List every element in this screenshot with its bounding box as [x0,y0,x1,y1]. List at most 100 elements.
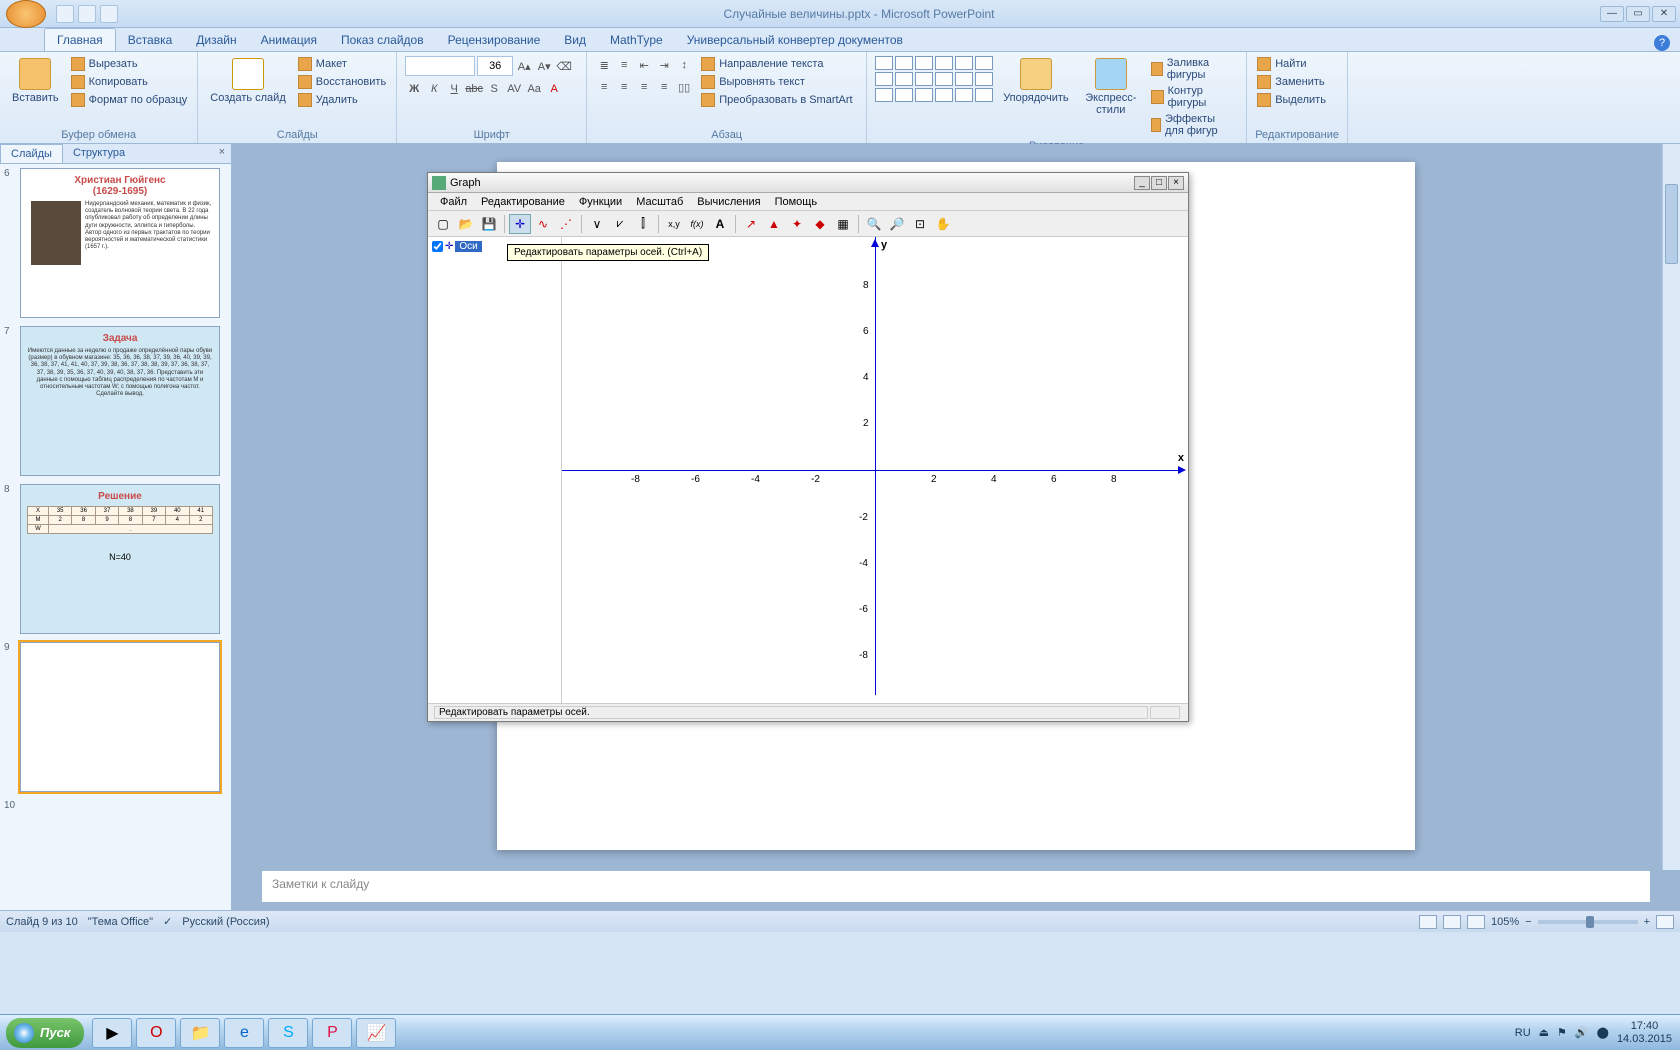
zoom-in-icon[interactable]: 🔍 [863,214,885,234]
shape-icon[interactable] [975,72,993,86]
shape-outline-button[interactable]: Контур фигуры [1149,84,1238,110]
notes-pane[interactable]: Заметки к слайду [262,870,1650,902]
office-button[interactable] [6,0,46,28]
xy-icon[interactable]: x,y [663,214,685,234]
font-size-select[interactable] [477,56,513,76]
shape-icon[interactable] [895,56,913,70]
task-media-icon[interactable]: ▶ [92,1018,132,1048]
align-text-button[interactable]: Выровнять текст [699,74,854,90]
graph-close-button[interactable]: × [1168,176,1184,190]
panel-close-icon[interactable]: × [213,144,231,163]
tab-design[interactable]: Дизайн [184,29,248,51]
slide-thumb-9[interactable] [20,642,220,792]
derivative-icon[interactable]: ⫿ [632,214,654,234]
select-button[interactable]: Выделить [1255,92,1339,108]
maximize-button[interactable]: ▭ [1626,6,1650,22]
slide-thumb-6[interactable]: Христиан Гюйгенс (1629-1695) Нидерландск… [20,168,220,318]
add-point-icon[interactable]: ⋰ [555,214,577,234]
add-function-icon[interactable]: ∿ [532,214,554,234]
shade-icon[interactable]: ⩗ [609,214,631,234]
font-family-select[interactable] [405,56,475,76]
shape-icon[interactable] [875,88,893,102]
format-painter-button[interactable]: Формат по образцу [69,92,190,108]
shrink-font-icon[interactable]: A▾ [535,57,553,75]
zoom-value[interactable]: 105% [1491,916,1519,928]
shape-icon[interactable] [955,88,973,102]
quick-styles-button[interactable]: Экспресс-стили [1079,56,1143,118]
axes-button[interactable]: ✛ [509,214,531,234]
shape-icon[interactable] [935,88,953,102]
zoom-in-button[interactable]: + [1644,916,1650,928]
layout-button[interactable]: Макет [296,56,388,72]
graph-maximize-button[interactable]: □ [1151,176,1167,190]
smartart-button[interactable]: Преобразовать в SmartArt [699,92,854,108]
clear-format-icon[interactable]: ⌫ [555,57,573,75]
shadow-button[interactable]: S [485,80,503,98]
tray-volume-icon[interactable]: 🔊 [1575,1026,1589,1039]
shape-icon[interactable] [935,56,953,70]
panel-tab-slides[interactable]: Слайды [0,144,63,163]
normal-view-icon[interactable] [1419,915,1437,929]
tab-insert[interactable]: Вставка [116,29,185,51]
menu-functions[interactable]: Функции [573,195,628,208]
shape-icon[interactable] [955,56,973,70]
relation-icon[interactable]: ◆ [809,214,831,234]
save-icon[interactable] [56,5,74,23]
task-powerpoint-icon[interactable]: P [312,1018,352,1048]
menu-edit[interactable]: Редактирование [475,195,571,208]
tree-checkbox[interactable] [432,241,443,252]
close-button[interactable]: ✕ [1652,6,1676,22]
spell-check-icon[interactable]: ✓ [163,915,172,928]
table-icon[interactable]: ▦ [832,214,854,234]
tray-lang[interactable]: RU [1515,1027,1531,1039]
task-graph-icon[interactable]: 📈 [356,1018,396,1048]
language-indicator[interactable]: Русский (Россия) [182,916,269,928]
shape-icon[interactable] [975,88,993,102]
fit-view-icon[interactable] [1656,915,1674,929]
shape-icon[interactable] [975,56,993,70]
shape-icon[interactable] [875,72,893,86]
menu-file[interactable]: Файл [434,195,473,208]
menu-scale[interactable]: Масштаб [630,195,689,208]
zoom-out-button[interactable]: − [1525,916,1531,928]
copy-button[interactable]: Копировать [69,74,190,90]
tangent-icon[interactable]: ∨ [586,214,608,234]
start-button[interactable]: Пуск [6,1018,84,1048]
shape-icon[interactable] [875,56,893,70]
save-file-icon[interactable]: 💾 [478,214,500,234]
zoom-thumb[interactable] [1586,916,1594,928]
arrange-button[interactable]: Упорядочить [999,56,1072,106]
task-ie-icon[interactable]: e [224,1018,264,1048]
graph-title-bar[interactable]: Graph _ □ × [428,173,1188,193]
clock[interactable]: 17:40 14.03.2015 [1617,1020,1672,1044]
bullets-icon[interactable]: ≣ [595,56,613,74]
trend-icon[interactable]: ↗ [740,214,762,234]
cut-button[interactable]: Вырезать [69,56,190,72]
reset-button[interactable]: Восстановить [296,74,388,90]
shape-icon[interactable] [915,88,933,102]
zoom-fit-icon[interactable]: ⊡ [909,214,931,234]
line-spacing-icon[interactable]: ↕ [675,56,693,74]
tab-slideshow[interactable]: Показ слайдов [329,29,436,51]
text-direction-button[interactable]: Направление текста [699,56,854,72]
find-button[interactable]: Найти [1255,56,1339,72]
sorter-view-icon[interactable] [1443,915,1461,929]
minimize-button[interactable]: — [1600,6,1624,22]
font-color-button[interactable]: A [545,80,563,98]
new-slide-button[interactable]: Создать слайд [206,56,289,106]
tab-converter[interactable]: Универсальный конвертер документов [675,29,915,51]
shapes-gallery[interactable] [875,56,993,102]
new-file-icon[interactable]: ▢ [432,214,454,234]
columns-icon[interactable]: ▯▯ [675,78,693,96]
open-file-icon[interactable]: 📂 [455,214,477,234]
tray-icon[interactable]: ⏏ [1539,1026,1549,1039]
shape-icon[interactable] [935,72,953,86]
paste-button[interactable]: Вставить [8,56,63,106]
bold-button[interactable]: Ж [405,80,423,98]
align-center-icon[interactable]: ≡ [615,78,633,96]
fill-icon[interactable]: ▲ [763,214,785,234]
zoom-slider[interactable] [1538,920,1638,924]
zoom-out-icon[interactable]: 🔎 [886,214,908,234]
align-left-icon[interactable]: ≡ [595,78,613,96]
redo-icon[interactable] [100,5,118,23]
